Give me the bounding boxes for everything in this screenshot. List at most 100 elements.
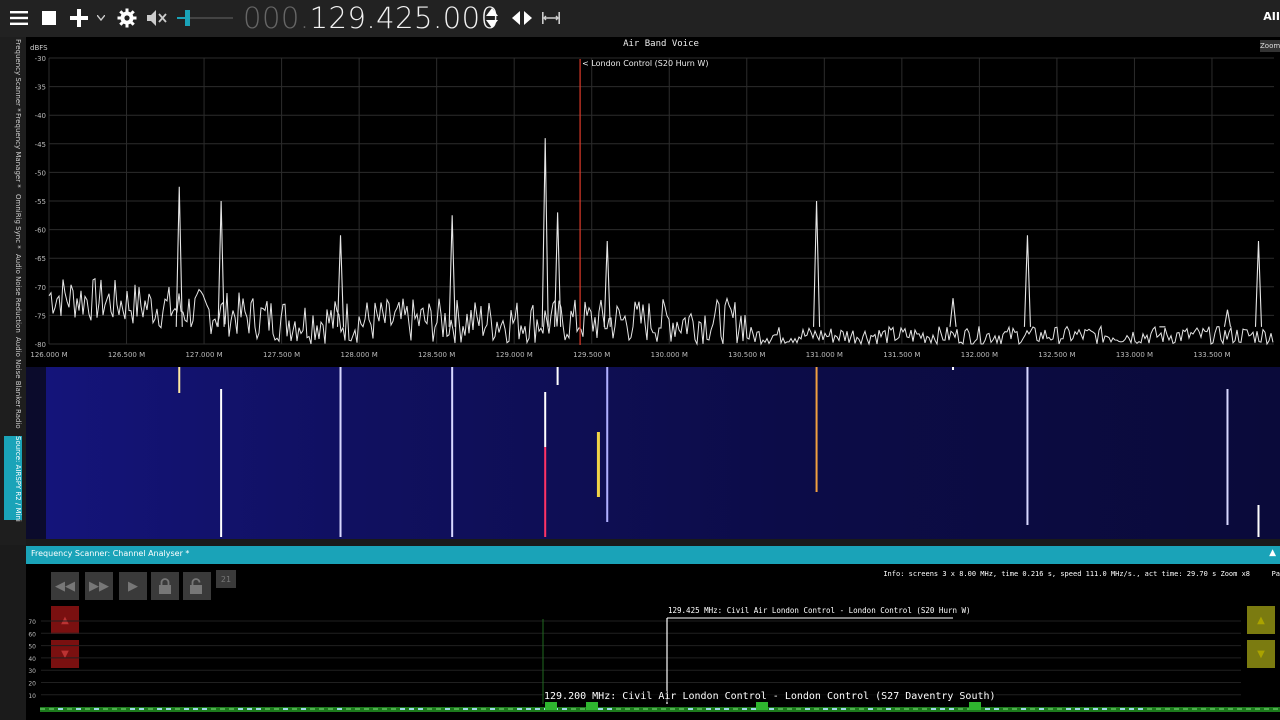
channel-segment [220,708,225,710]
y-tick-label: -40 [35,112,46,120]
play-icon[interactable]: ▶ [119,572,147,600]
tuning-step-icon[interactable] [510,6,534,30]
channel-segment [1255,708,1260,710]
channel-segment [184,708,189,710]
waterfall-streak [544,392,547,447]
channel-segment [1093,708,1098,710]
active-channel-mark [586,702,598,710]
ca-y-tick: 20 [28,681,36,688]
unlock-icon[interactable] [183,572,211,600]
frequency-display[interactable]: 000.129.425.000 [243,0,500,37]
channel-segment [499,708,504,710]
channel-segment [751,708,756,710]
sidebar-tab-frequency-scanner[interactable]: Frequency Scanner * [4,39,22,112]
channel-segment [922,708,927,710]
x-tick-label: 129.000 M [496,351,533,359]
channel-segment [319,708,324,710]
channel-segment [1111,708,1116,710]
add-icon[interactable] [68,6,90,30]
channel-segment [1228,708,1233,710]
channel-segment [814,708,819,710]
lock-icon[interactable] [151,572,179,600]
channel-segment [157,708,162,710]
channel-segment [760,708,765,710]
channel-segment [544,708,549,710]
waterfall-panel[interactable] [26,367,1280,539]
chevron-up-icon[interactable]: ▲ [1269,548,1276,558]
sidebar-tab-omnirig-sync[interactable]: OmniRig Sync * [4,194,22,249]
waterfall-streak [815,367,818,492]
ca-y-tick: 60 [28,631,36,638]
level-down-red-button[interactable]: ▼ [51,640,79,668]
fast-forward-icon[interactable]: ▶▶ [85,572,113,600]
spectrum-unit-label: dBFS [30,44,48,52]
menu-icon[interactable] [8,6,30,30]
channel-segment [427,708,432,710]
channel-segment [265,708,270,710]
y-tick-label: -45 [35,141,46,149]
channel-segment [130,708,135,710]
channel-segment [202,708,207,710]
channel-segment [436,708,441,710]
channel-segment [418,708,423,710]
channel-segment [580,708,585,710]
ca-y-tick: 70 [28,619,36,626]
channel-segment [553,708,558,710]
sidebar-tab-frequency-manager[interactable]: Frequency Manager * [4,113,22,188]
channel-segment [1156,708,1161,710]
y-tick-label: -30 [35,55,46,63]
spectrum-trace [48,277,1274,346]
level-down-yellow-button[interactable]: ▼ [1247,640,1275,668]
x-tick-label: 127.000 M [185,351,222,359]
level-up-red-button[interactable]: ▲ [51,606,79,634]
channel-segment [454,708,459,710]
channel-segment [517,708,522,710]
spectrum-panel[interactable]: Air Band Voice Zoom dBFS -30 -35 -40 -45 -50… [26,37,1280,367]
channel-segment [193,708,198,710]
stop-icon[interactable] [39,6,59,30]
level-up-yellow-button[interactable]: ▲ [1247,606,1275,634]
signal-peak [1023,235,1031,327]
x-tick-label: 128.500 M [418,351,455,359]
channel-segment [283,708,288,710]
channel-segment [1129,708,1134,710]
sidebar-tab-audio-noise-reduction[interactable]: Audio Noise Reduction [4,254,22,333]
volume-slider[interactable] [174,6,236,30]
channel-segment [598,708,603,710]
channel-segment [1237,708,1242,710]
channel-segment [1021,708,1026,710]
channel-count-icon[interactable]: 21 [216,570,236,588]
y-tick-label: -60 [35,227,46,235]
channel-segment [1192,708,1197,710]
sidebar-tab-source[interactable]: Source: AIRSPY R2 / Mini [4,436,22,522]
waterfall-streak [1026,367,1029,525]
channel-label-129200: 129.200 MHz: Civil Air London Control - … [544,691,996,702]
channel-analyser-title: Frequency Scanner: Channel Analyser * [31,549,190,558]
x-tick-label: 129.500 M [573,351,610,359]
x-tick-label: 133.000 M [1116,351,1153,359]
channel-segment [841,708,846,710]
rewind-icon[interactable]: ◀◀ [51,572,79,600]
panel-splitter[interactable] [26,539,1280,546]
ca-y-tick: 40 [28,656,36,663]
chevron-down-icon[interactable] [95,6,107,30]
waterfall-streak [1257,505,1260,537]
channel-segment [337,708,342,710]
spectrum-plot[interactable]: dBFS -30 -35 -40 -45 -50 -55 -60 -65 -70 -75 -80 1… [26,37,1280,367]
mute-icon[interactable] [145,6,169,30]
channel-segment [1120,708,1125,710]
channel-segment [409,708,414,710]
x-tick-label: 130.500 M [728,351,765,359]
channel-segment [481,708,486,710]
span-width-icon[interactable] [541,6,561,30]
channel-segment [229,708,234,710]
channel-segment [904,708,909,710]
sidebar-tab-radio[interactable]: Radio [4,409,22,431]
frequency-updown-icon[interactable] [483,6,501,30]
gear-icon[interactable] [115,6,139,30]
channel-analyser-header[interactable]: Frequency Scanner: Channel Analyser * ▲ [26,546,1280,564]
channel-analyser-panel: ◀◀ ▶▶ ▶ 21 Info: screens 3 x 8.00 MHz, t… [26,564,1280,720]
sidebar-tab-audio-noise-blanker[interactable]: Audio Noise Blanker [4,337,22,407]
channel-segment [994,708,999,710]
channel-segment [256,708,261,710]
